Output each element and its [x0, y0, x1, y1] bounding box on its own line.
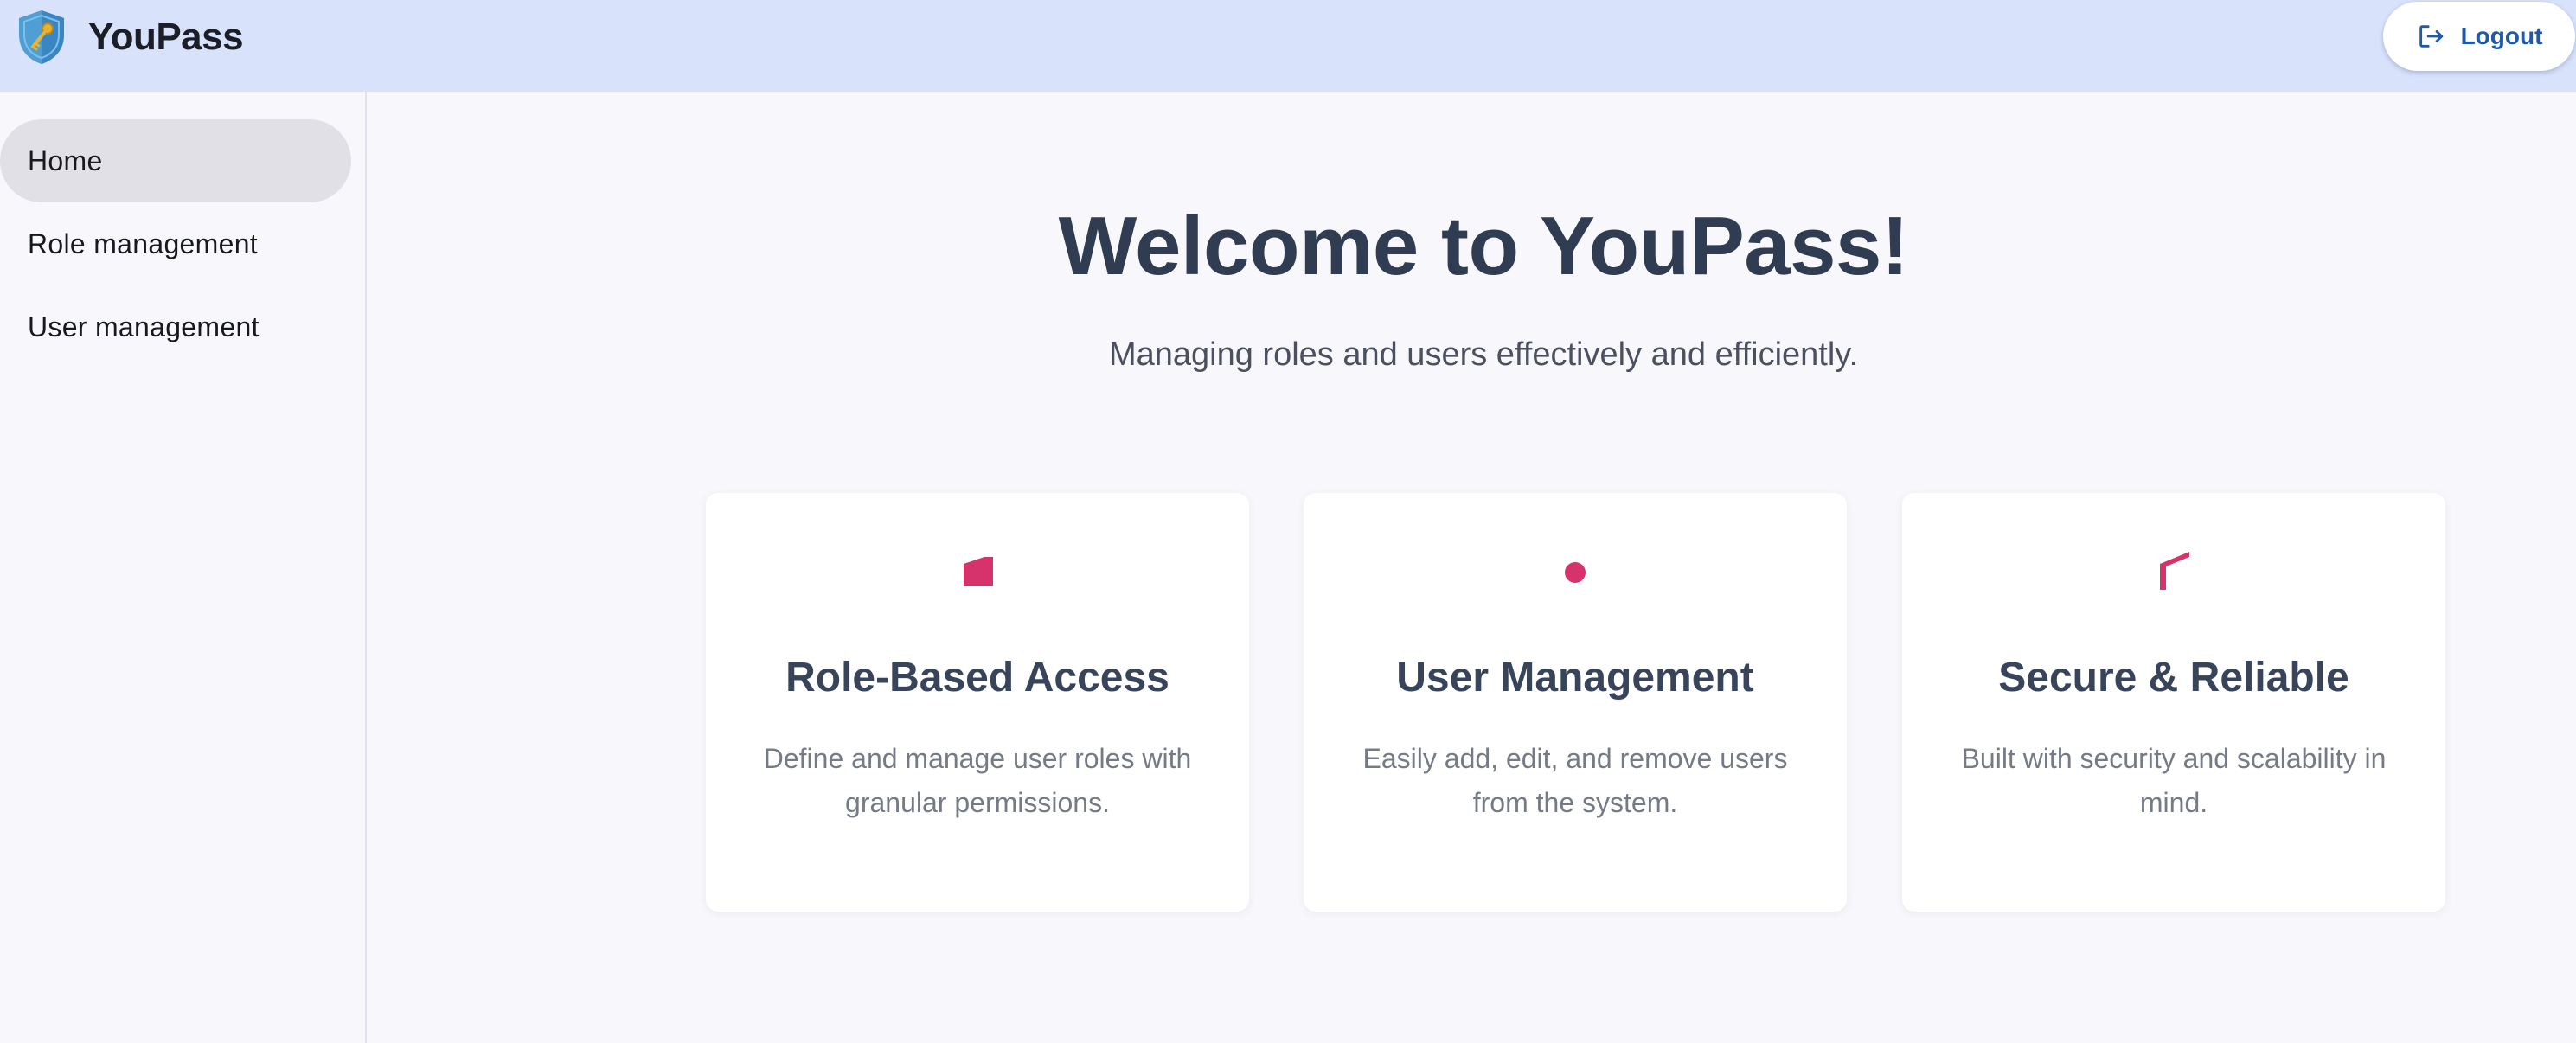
security-icon	[2160, 552, 2189, 590]
feature-card-description: Define and manage user roles with granul…	[763, 743, 1192, 818]
main-content: Welcome to YouPass! Managing roles and u…	[368, 92, 2576, 1043]
role-access-icon	[964, 557, 993, 586]
user-icon	[1565, 562, 1586, 583]
feature-card-description: Easily add, edit, and remove users from …	[1362, 743, 1788, 818]
sidebar-item-label: Home	[28, 144, 103, 176]
sidebar-item-home[interactable]: Home	[0, 119, 351, 202]
top-app-bar: YouPass Logout	[0, 0, 2576, 92]
page-subtitle: Managing roles and users effectively and…	[1108, 336, 1859, 373]
sidebar-item-label: User management	[28, 310, 260, 342]
sidebar-item-label: Role management	[28, 227, 258, 259]
brand: YouPass	[16, 9, 244, 66]
feature-card-title: User Management	[1396, 655, 1754, 701]
app-page: YouPass Logout Home Role management User…	[0, 0, 2576, 1043]
sidebar: Home Role management User management	[0, 92, 367, 1043]
sidebar-item-role-management[interactable]: Role management	[0, 202, 351, 285]
shield-key-icon	[19, 10, 64, 64]
feature-card-user-management: User Management Easily add, edit, and re…	[1304, 493, 1847, 912]
sidebar-item-user-management[interactable]: User management	[0, 285, 351, 368]
logout-icon	[2419, 25, 2443, 48]
app-name: YouPass	[88, 16, 244, 58]
logout-button[interactable]: Logout	[2383, 2, 2575, 71]
logout-label: Logout	[2460, 22, 2543, 49]
page-title: Welcome to YouPass!	[1058, 200, 1909, 292]
feature-card-description: Built with security and scalability in m…	[1961, 743, 2387, 818]
feature-card-role-access: Role-Based Access Define and manage user…	[706, 493, 1249, 912]
feature-card-title: Role-Based Access	[785, 655, 1169, 701]
feature-card-title: Secure & Reliable	[1998, 655, 2349, 701]
feature-card-secure-reliable: Secure & Reliable Built with security an…	[1902, 493, 2445, 912]
